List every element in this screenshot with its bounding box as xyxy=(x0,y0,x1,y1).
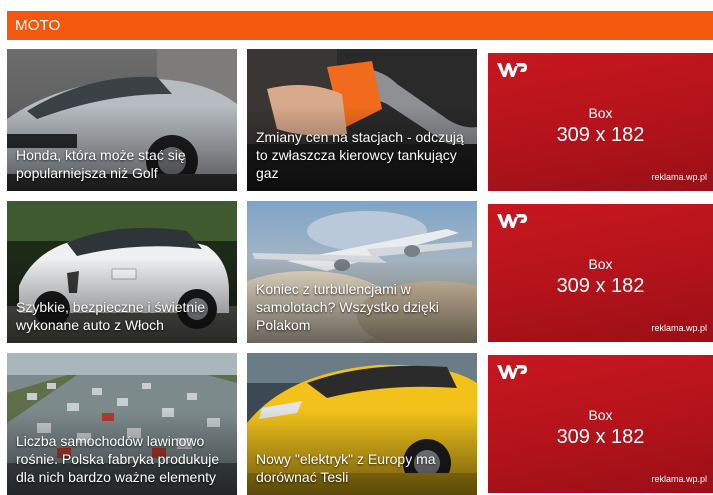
wp-logo-icon xyxy=(497,214,527,228)
ad-domain: reklama.wp.pl xyxy=(651,172,707,182)
article-title[interactable]: Koniec z turbulencjami w samolotach? Wsz… xyxy=(256,280,471,334)
article-tile-fuel[interactable]: Zmiany cen na stacjach - odczują to zwła… xyxy=(247,49,477,191)
article-title[interactable]: Liczba samochodów lawinowo rośnie. Polsk… xyxy=(16,432,231,486)
article-tile-alfa[interactable]: Szybkie, bezpieczne i świetnie wykonane … xyxy=(7,201,237,343)
ad-box[interactable]: Box 309 x 182 reklama.wp.pl xyxy=(488,53,713,191)
article-title[interactable]: Nowy "elektryk" z Europy ma dorównać Tes… xyxy=(256,450,471,486)
ad-box-size: 309 x 182 xyxy=(556,124,645,146)
article-tile-honda[interactable]: Honda, która może stać się popularniejsz… xyxy=(7,49,237,191)
article-tile-ev[interactable]: Nowy "elektryk" z Europy ma dorównać Tes… xyxy=(247,353,477,495)
section-title[interactable]: MOTO xyxy=(15,17,61,34)
article-title[interactable]: Zmiany cen na stacjach - odczują to zwła… xyxy=(256,128,471,182)
article-title[interactable]: Honda, która może stać się popularniejsz… xyxy=(16,146,231,182)
ad-box[interactable]: Box 309 x 182 reklama.wp.pl xyxy=(488,204,713,342)
wp-logo-icon xyxy=(497,365,527,379)
ad-domain: reklama.wp.pl xyxy=(651,474,707,484)
ad-box[interactable]: Box 309 x 182 reklama.wp.pl xyxy=(488,355,713,493)
ad-box-label: Box xyxy=(588,256,613,272)
article-tile-traffic[interactable]: Liczba samochodów lawinowo rośnie. Polsk… xyxy=(7,353,237,495)
ad-box-label: Box xyxy=(588,407,613,423)
section-header: MOTO xyxy=(7,11,713,40)
wp-logo-icon xyxy=(497,63,527,77)
ad-box-label: Box xyxy=(588,105,613,121)
article-tile-plane[interactable]: Koniec z turbulencjami w samolotach? Wsz… xyxy=(247,201,477,343)
article-title[interactable]: Szybkie, bezpieczne i świetnie wykonane … xyxy=(16,298,231,334)
ad-box-size: 309 x 182 xyxy=(556,426,645,448)
ad-box-size: 309 x 182 xyxy=(556,275,645,297)
ad-domain: reklama.wp.pl xyxy=(651,323,707,333)
